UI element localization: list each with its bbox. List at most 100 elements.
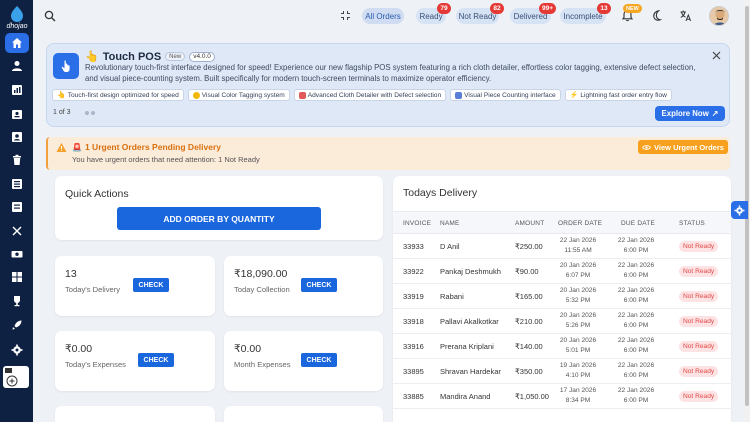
sidebar-item-tools[interactable] <box>0 220 33 242</box>
sidebar-item-payments[interactable] <box>0 243 33 265</box>
sidebar-item-reports[interactable] <box>0 79 33 101</box>
stat-value: ₹0.00 <box>234 343 262 355</box>
table-row[interactable]: 33895 Shravan Hardekar ₹350.00 19 Jan 2026 4… <box>393 359 731 384</box>
translate-icon[interactable] <box>679 9 692 22</box>
due-time-cell: 6:00 PM <box>623 297 649 304</box>
status-badge: Not Ready <box>679 291 719 302</box>
version-badge: v4.0.0 <box>189 51 215 62</box>
table-row[interactable]: 33885 Mandira Anand ₹1,050.00 17 Jan 2026 8:… <box>393 384 731 409</box>
settings-fab[interactable] <box>731 201 748 219</box>
order-date-cell: 20 Jan 2026 <box>559 337 597 344</box>
column-header[interactable]: ORDER DATE <box>558 220 602 227</box>
gear-icon <box>11 344 22 356</box>
sidebar-item-settings[interactable] <box>0 339 33 361</box>
sidebar-item-invoices[interactable] <box>0 196 33 218</box>
column-header[interactable]: DUE DATE <box>621 220 655 227</box>
touch-icon <box>53 53 79 79</box>
sidebar-item-customers[interactable] <box>0 55 33 77</box>
filter-ready[interactable]: Ready 79 <box>416 3 451 24</box>
due-date-cell: 22 Jan 2026 <box>617 312 655 319</box>
order-date-cell: 19 Jan 2026 <box>559 362 597 369</box>
pointing-hand-icon: 👆 <box>85 51 99 63</box>
filter-incomplete[interactable]: Incomplete 13 <box>560 3 611 24</box>
promo-pager-dots[interactable] <box>85 111 95 115</box>
close-icon[interactable] <box>712 51 721 60</box>
add-order-by-quantity-button[interactable]: ADD ORDER BY QUANTITY <box>117 207 321 230</box>
stat-card-todays-delivery: 13 Today's Delivery CHECK <box>55 256 215 316</box>
name-cell: Prerana Kriplani <box>440 342 494 351</box>
sidebar-item-delete[interactable] <box>0 149 33 171</box>
grid-icon <box>11 272 22 282</box>
check-button[interactable]: CHECK <box>138 353 174 367</box>
check-button[interactable]: CHECK <box>133 278 169 292</box>
explore-now-button[interactable]: Explore Now ↗ <box>655 106 725 121</box>
filter-all-orders[interactable]: All Orders <box>362 8 404 24</box>
stat-card-partial <box>224 406 383 422</box>
amount-cell: ₹140.00 <box>515 342 543 351</box>
fullscreen-icon[interactable] <box>340 10 351 21</box>
invoice-cell: 33918 <box>403 317 424 326</box>
stat-value: ₹0.00 <box>65 343 93 355</box>
account-box-icon <box>11 132 22 142</box>
sidebar-item-rewards[interactable] <box>0 290 33 312</box>
status-badge: Not Ready <box>679 266 719 277</box>
delivered-count-badge: 99+ <box>538 3 556 14</box>
column-header[interactable]: NAME <box>440 220 460 227</box>
order-time-cell: 8:34 PM <box>565 397 591 404</box>
due-date-cell: 22 Jan 2026 <box>617 287 655 294</box>
tools-icon <box>12 226 21 236</box>
order-date-cell: 20 Jan 2026 <box>559 287 597 294</box>
order-date-cell: 20 Jan 2026 <box>559 312 597 319</box>
view-urgent-orders-button[interactable]: View Urgent Orders <box>638 140 728 154</box>
new-tag: New <box>165 52 186 61</box>
order-date-cell: 17 Jan 2026 <box>559 387 597 394</box>
table-row[interactable]: 33918 Pallavi Akalkotkar ₹210.00 20 Jan 202… <box>393 309 731 334</box>
check-button[interactable]: CHECK <box>301 353 337 367</box>
sidebar-item-home[interactable] <box>0 32 33 54</box>
stat-card-month-expenses: ₹0.00 Month Expenses CHECK <box>224 331 383 391</box>
invoice-cell: 33895 <box>403 367 424 376</box>
order-time-cell: 5:01 PM <box>565 347 591 354</box>
status-badge: Not Ready <box>679 316 719 327</box>
check-button[interactable]: CHECK <box>301 278 337 292</box>
amount-cell: ₹250.00 <box>515 242 543 251</box>
order-time-cell: 4:10 PM <box>565 372 591 379</box>
sidebar-item-accounts[interactable] <box>0 126 33 148</box>
user-avatar[interactable] <box>709 6 729 26</box>
column-header[interactable]: AMOUNT <box>515 220 544 227</box>
table-row[interactable]: 33916 Prerana Kriplani ₹140.00 20 Jan 2026 5… <box>393 334 731 359</box>
table-row[interactable]: 33933 D Anil ₹250.00 22 Jan 2026 11:55 AM 22 … <box>393 234 731 259</box>
filter-delivered[interactable]: Delivered 99+ <box>510 3 556 24</box>
invoice-cell: 33922 <box>403 267 424 276</box>
sidebar-item-staff[interactable] <box>0 103 33 125</box>
table-header: INVOICE NAME AMOUNT ORDER DATE DUE DATE … <box>393 211 731 234</box>
dark-mode-icon[interactable] <box>650 9 663 22</box>
sidebar-item-launch[interactable] <box>0 314 33 336</box>
sidebar-add-panel[interactable] <box>3 366 29 388</box>
filter-not-ready[interactable]: Not Ready 82 <box>456 3 504 24</box>
sidebar-item-catalog[interactable] <box>0 266 33 288</box>
pointing-hand-icon: 👆 <box>57 92 66 99</box>
todays-delivery-card: Todays Delivery INVOICE NAME AMOUNT ORDE… <box>393 176 731 422</box>
name-cell: D Anil <box>440 242 460 251</box>
siren-icon: 🚨 <box>72 142 82 152</box>
status-badge: Not Ready <box>679 241 719 252</box>
table-row[interactable]: 33922 Pankaj Deshmukh ₹90.00 20 Jan 2026 6:0… <box>393 259 731 284</box>
home-icon <box>11 38 22 48</box>
stat-card-today-collection: ₹18,090.00 Today Collection CHECK <box>224 256 383 316</box>
order-time-cell: 5:32 PM <box>565 297 591 304</box>
sidebar-item-orders[interactable] <box>0 173 33 195</box>
table-row[interactable]: 33919 Rabani ₹165.00 20 Jan 2026 5:32 PM 22 J… <box>393 284 731 309</box>
gear-icon <box>734 204 745 216</box>
quick-actions-title: Quick Actions <box>65 188 129 200</box>
due-date-cell: 22 Jan 2026 <box>617 237 655 244</box>
invoice-cell: 33916 <box>403 342 424 351</box>
name-cell: Mandira Anand <box>440 392 491 401</box>
search-icon[interactable] <box>44 10 56 22</box>
invoice-cell: 33933 <box>403 242 424 251</box>
column-header[interactable]: INVOICE <box>403 220 431 227</box>
brand-logo[interactable]: dhojao <box>3 4 31 30</box>
due-time-cell: 6:00 PM <box>623 397 649 404</box>
column-header[interactable]: STATUS <box>679 220 705 227</box>
name-cell: Shravan Hardekar <box>440 367 501 376</box>
